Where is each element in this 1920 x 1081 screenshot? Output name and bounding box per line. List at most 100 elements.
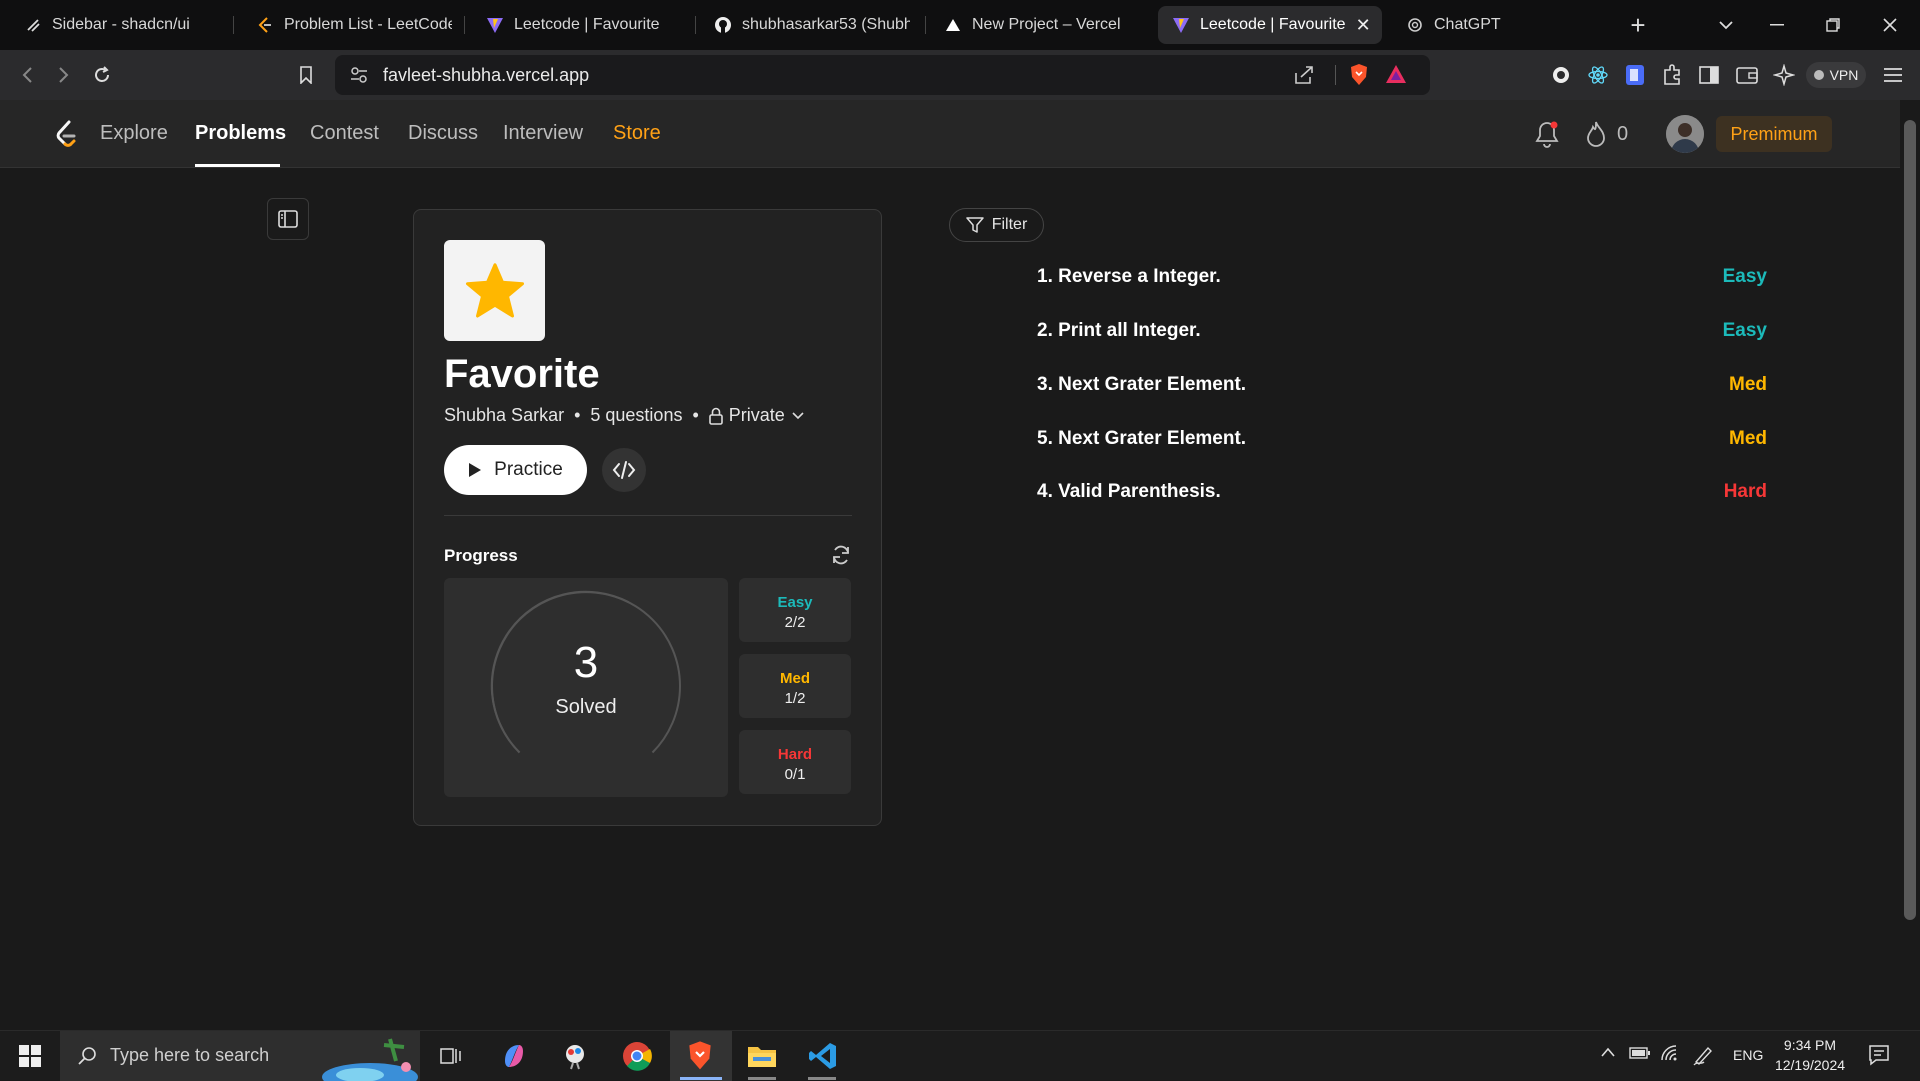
question-row[interactable]: 2. Print all Integer. Easy — [1037, 320, 1767, 350]
extension-icon[interactable] — [1624, 64, 1646, 86]
active-nav-indicator — [195, 164, 280, 167]
question-row[interactable]: 1. Reverse a Integer. Easy — [1037, 266, 1767, 296]
app-header: Explore Problems Contest Discuss Intervi… — [0, 100, 1900, 168]
bookmark-icon[interactable] — [291, 60, 321, 90]
leetcode-logo-icon[interactable] — [54, 120, 78, 153]
github-icon — [714, 16, 732, 34]
nav-discuss[interactable]: Discuss — [408, 122, 478, 145]
browser-tab-active[interactable]: Leetcode | Favourite ✕ — [1158, 6, 1382, 44]
nav-contest[interactable]: Contest — [310, 122, 379, 145]
question-row[interactable]: 3. Next Grater Element. Med — [1037, 374, 1767, 404]
sidebar-toggle-icon[interactable] — [1698, 64, 1720, 86]
question-title[interactable]: 1. Reverse a Integer. — [1037, 266, 1221, 288]
battery-icon[interactable] — [1629, 1046, 1651, 1065]
premium-button[interactable]: Premimum — [1716, 116, 1832, 152]
question-difficulty: Easy — [1722, 320, 1767, 341]
brave-shield-icon[interactable] — [1349, 63, 1369, 92]
leo-ai-icon[interactable] — [1773, 64, 1795, 86]
practice-button[interactable]: Practice — [444, 445, 587, 495]
react-devtools-icon[interactable] — [1587, 64, 1609, 86]
language-indicator[interactable]: ENG — [1733, 1047, 1763, 1063]
minimize-button[interactable] — [1762, 10, 1792, 40]
streak-fire-icon[interactable] — [1584, 120, 1608, 153]
solved-progress-ring: 3 Solved — [444, 578, 728, 797]
file-explorer-icon[interactable] — [743, 1037, 781, 1075]
panel-left-icon — [278, 210, 298, 228]
brave-icon[interactable] — [681, 1037, 719, 1075]
clock-date: 12/19/2024 — [1774, 1057, 1846, 1073]
site-settings-icon[interactable] — [349, 65, 369, 90]
extensions-puzzle-icon[interactable] — [1661, 64, 1683, 86]
notification-bell-icon[interactable] — [1534, 120, 1560, 153]
copilot-icon[interactable] — [495, 1037, 533, 1075]
app-icon[interactable] — [556, 1037, 594, 1075]
brave-rewards-icon[interactable] — [1385, 64, 1407, 89]
question-title[interactable]: 2. Print all Integer. — [1037, 320, 1201, 342]
question-title[interactable]: 4. Valid Parenthesis. — [1037, 481, 1221, 503]
windows-start-icon[interactable] — [11, 1037, 49, 1075]
shadcn-icon — [24, 16, 42, 34]
progress-label: Progress — [444, 546, 518, 565]
browser-tab[interactable]: ChatGPT — [1392, 6, 1592, 44]
refresh-icon[interactable] — [830, 544, 852, 566]
system-clock[interactable]: 9:34 PM 12/19/2024 — [1770, 1035, 1850, 1075]
taskbar-search-box[interactable]: Type here to search — [60, 1031, 420, 1081]
nav-problems[interactable]: Problems — [195, 122, 286, 145]
hard-value: 0/1 — [784, 766, 806, 783]
question-title[interactable]: 5. Next Grater Element. — [1037, 428, 1246, 450]
address-bar[interactable]: favleet-shubha.vercel.app — [335, 55, 1430, 95]
browser-tab[interactable]: Problem List - LeetCode — [242, 6, 452, 44]
vscode-icon[interactable] — [804, 1037, 842, 1075]
chrome-icon[interactable] — [618, 1037, 656, 1075]
search-placeholder: Type here to search — [110, 1045, 270, 1065]
vite-icon — [486, 16, 504, 34]
vpn-label: VPN — [1829, 67, 1859, 83]
notification-center-icon[interactable] — [1868, 1044, 1890, 1071]
avatar[interactable] — [1666, 115, 1704, 153]
browser-tab[interactable]: Sidebar - shadcn/ui — [10, 6, 225, 44]
forward-button[interactable] — [49, 60, 79, 90]
browser-tab[interactable]: New Project – Vercel — [930, 6, 1145, 44]
close-window-button[interactable] — [1875, 10, 1905, 40]
tab-separator — [464, 16, 465, 34]
wallet-icon[interactable] — [1736, 64, 1758, 86]
reload-button[interactable] — [87, 60, 117, 90]
tab-title: Leetcode | Favourite — [1200, 16, 1346, 33]
vpn-button[interactable]: VPN — [1806, 62, 1866, 88]
chevron-down-icon[interactable] — [1711, 10, 1741, 40]
new-tab-button[interactable]: + — [1623, 10, 1653, 40]
chevron-up-icon[interactable] — [1600, 1045, 1616, 1063]
solved-count: 3 — [573, 638, 599, 687]
wifi-icon[interactable] — [1660, 1044, 1682, 1067]
question-difficulty: Easy — [1722, 266, 1767, 287]
browser-tab[interactable]: Leetcode | Favourite — [472, 6, 687, 44]
browser-tab-bar: Sidebar - shadcn/ui Problem List - LeetC… — [0, 0, 1920, 50]
task-view-icon[interactable] — [432, 1037, 470, 1075]
nav-explore[interactable]: Explore — [100, 122, 168, 145]
easy-label: Easy — [777, 594, 813, 611]
scrollbar-thumb[interactable] — [1904, 120, 1916, 920]
windows-taskbar: Type here to search ENG 9:34 PM 12/19/20… — [0, 1030, 1920, 1081]
visibility-dropdown[interactable]: Private — [708, 405, 805, 426]
med-value: 1/2 — [784, 690, 806, 707]
nav-store[interactable]: Store — [613, 122, 661, 145]
restore-button[interactable] — [1818, 10, 1848, 40]
question-row[interactable]: 5. Next Grater Element. Med — [1037, 428, 1767, 458]
streak-count: 0 — [1617, 123, 1629, 145]
question-title[interactable]: 3. Next Grater Element. — [1037, 374, 1246, 396]
tab-title: New Project – Vercel — [972, 16, 1121, 33]
browser-toolbar: favleet-shubha.vercel.app VPN — [0, 50, 1920, 100]
share-icon[interactable] — [1293, 65, 1315, 90]
question-row[interactable]: 4. Valid Parenthesis. Hard — [1037, 481, 1767, 511]
list-author: Shubha Sarkar — [444, 405, 565, 425]
code-button[interactable] — [602, 448, 646, 492]
tab-close-icon[interactable]: ✕ — [1356, 15, 1371, 36]
pen-icon[interactable] — [1692, 1044, 1714, 1071]
menu-icon[interactable] — [1882, 64, 1904, 86]
back-button[interactable] — [12, 60, 42, 90]
sidebar-toggle-button[interactable] — [267, 198, 309, 240]
filter-button[interactable]: Filter — [949, 208, 1044, 242]
extension-icon[interactable] — [1550, 64, 1572, 86]
nav-interview[interactable]: Interview — [503, 122, 583, 145]
browser-tab[interactable]: shubhasarkar53 (Shubha — [700, 6, 910, 44]
